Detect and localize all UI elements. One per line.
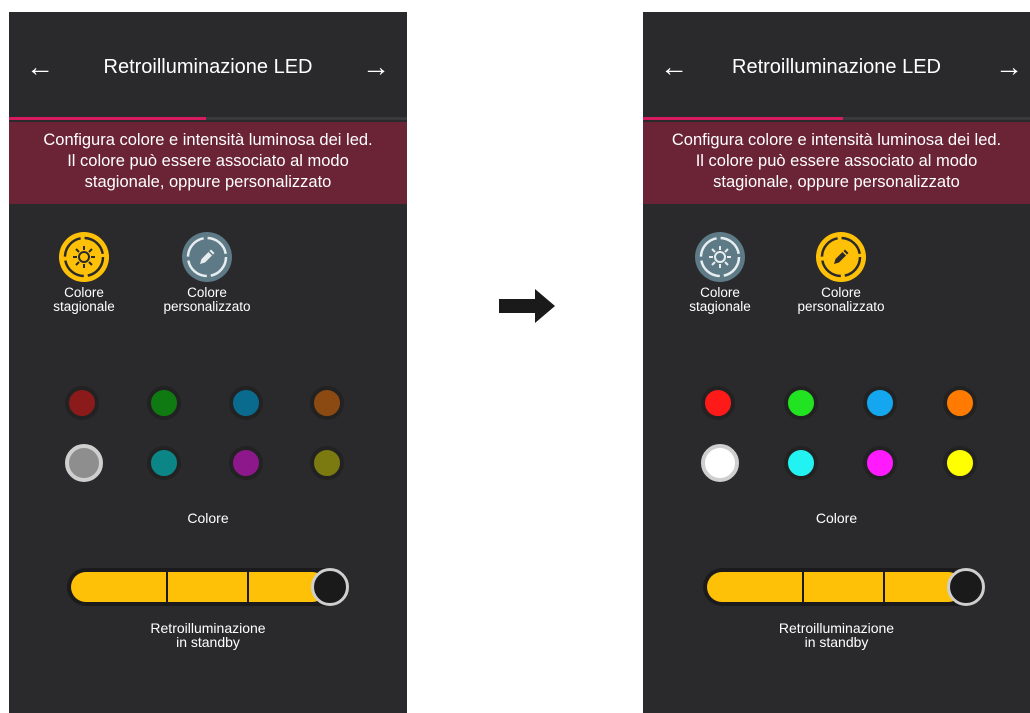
mode-label-line: personalizzato [797,299,885,314]
mode-label-line: personalizzato [163,299,251,314]
slider-knob[interactable] [947,568,985,606]
slider-step-divider [802,572,804,602]
phone-screen-after: ← Retroilluminazione LED → Configura col… [643,12,1030,713]
mode-label-line: Colore [187,285,227,300]
standby-label: Retroilluminazione in standby [9,621,407,649]
description-line: stagionale, oppure personalizzato [84,173,332,191]
color-swatch[interactable] [147,386,181,420]
slider-fill [707,572,963,602]
color-swatch-selected[interactable] [701,444,739,482]
mode-colore-stagionale[interactable]: Colore stagionale [29,232,139,314]
color-swatch[interactable] [943,386,977,420]
transition-arrow-icon [499,289,555,323]
description-line: Il colore può essere associato al modo [695,152,978,170]
mode-colore-personalizzato[interactable]: Colore personalizzato [152,232,262,314]
mode-label-line: Colore [64,285,104,300]
description-banner: Configura colore e intensità luminosa de… [9,122,407,204]
progress-fill [643,117,843,120]
standby-label-line: Retroilluminazione [778,620,895,636]
slider-step-divider [883,572,885,602]
slider-fill [71,572,327,602]
color-swatch[interactable] [784,386,818,420]
color-swatch[interactable] [701,386,735,420]
mode-colore-stagionale[interactable]: Colore stagionale [665,232,775,314]
description-line: Il colore può essere associato al modo [67,152,349,170]
color-swatch[interactable] [784,446,818,480]
slider-step-divider [247,572,249,602]
description-line: stagionale, oppure personalizzato [713,173,960,191]
mode-colore-personalizzato[interactable]: Colore personalizzato [786,232,896,314]
mode-label: Colore stagionale [665,286,775,314]
standby-slider[interactable] [67,568,349,606]
standby-label-line: in standby [176,634,240,650]
color-swatch[interactable] [863,446,897,480]
mode-label-line: stagionale [689,299,751,314]
standby-label-line: in standby [804,634,869,650]
color-swatch[interactable] [65,386,99,420]
forward-arrow-icon[interactable]: → [994,52,1024,82]
color-swatch-selected[interactable] [65,444,103,482]
color-label: Colore [187,510,229,526]
standby-slider[interactable] [703,568,985,606]
color-swatch[interactable] [229,446,263,480]
phone-screen-before: ← Retroilluminazione LED → Configura col… [9,12,407,713]
progress-bar [9,117,407,120]
color-swatch[interactable] [863,386,897,420]
mode-label-line: stagionale [53,299,115,314]
description-line: Configura colore e intensità luminosa de… [671,131,1002,149]
description-line: Configura colore e intensità luminosa de… [43,131,373,149]
progress-fill [9,117,206,120]
mode-label-line: Colore [821,285,861,300]
progress-bar [643,117,1030,120]
mode-label: Colore personalizzato [786,286,896,314]
forward-arrow-icon[interactable]: → [361,52,391,82]
header: ← Retroilluminazione LED → [643,12,1030,125]
color-label: Colore [815,510,858,526]
standby-label: Retroilluminazione in standby [643,621,1030,649]
mode-label-line: Colore [700,285,740,300]
header: ← Retroilluminazione LED → [9,12,407,125]
pencil-icon [816,232,866,282]
slider-knob[interactable] [311,568,349,606]
slider-step-divider [166,572,168,602]
sun-icon [59,232,109,282]
color-swatch[interactable] [229,386,263,420]
standby-label-line: Retroilluminazione [150,620,266,636]
color-swatch[interactable] [310,446,344,480]
color-swatch[interactable] [147,446,181,480]
sun-icon [695,232,745,282]
color-swatch[interactable] [310,386,344,420]
color-swatch[interactable] [943,446,977,480]
mode-label: Colore personalizzato [152,286,262,314]
pencil-icon [182,232,232,282]
description-banner: Configura colore e intensità luminosa de… [643,122,1030,204]
mode-label: Colore stagionale [29,286,139,314]
page-title: Retroilluminazione LED [732,56,941,78]
page-title: Retroilluminazione LED [103,56,313,78]
